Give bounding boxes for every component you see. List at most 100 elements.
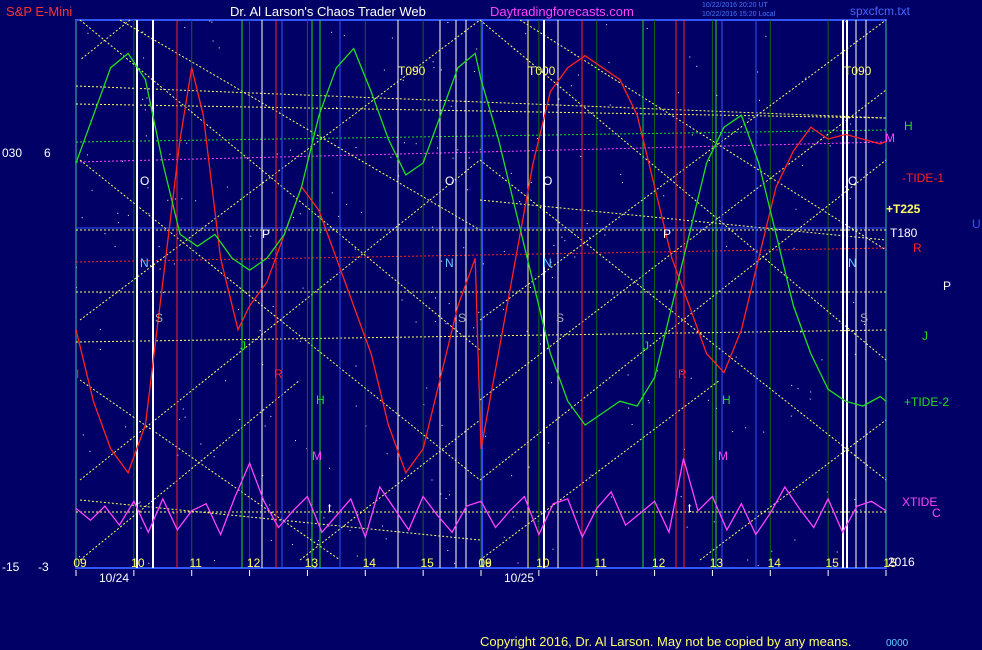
chart-grid	[75, 19, 887, 576]
line-letter-marker: O	[848, 174, 857, 188]
star-dot	[269, 504, 271, 506]
star-dot	[81, 217, 83, 219]
star-dot	[849, 198, 851, 200]
star-dot	[225, 380, 226, 382]
star-dot	[433, 67, 435, 69]
star-dot	[726, 245, 728, 247]
star-dot	[747, 559, 749, 561]
star-dot	[276, 153, 278, 155]
star-dot	[478, 311, 480, 313]
line-letter-marker: N	[140, 256, 149, 270]
star-dot	[212, 40, 214, 42]
star-dot	[167, 199, 169, 201]
star-dot	[226, 186, 228, 188]
star-dot	[390, 156, 392, 158]
star-dot	[468, 157, 470, 159]
star-dot	[503, 308, 505, 310]
line-letter-marker: N	[848, 256, 857, 270]
star-dot	[548, 442, 550, 444]
star-dot	[449, 494, 450, 496]
star-dot	[457, 149, 459, 151]
star-dot	[99, 328, 101, 330]
star-dot	[148, 213, 150, 215]
star-dot	[213, 456, 215, 458]
star-dot	[415, 143, 417, 145]
star-dot	[748, 117, 750, 119]
copyright-tag: 0000	[886, 638, 909, 649]
star-dot	[503, 251, 505, 252]
star-dot	[570, 85, 572, 87]
star-dot	[691, 134, 693, 136]
star-dot	[355, 147, 357, 148]
hour-tick-label: 15	[825, 556, 839, 570]
star-dot	[474, 71, 475, 72]
star-dot	[125, 426, 127, 428]
star-dot	[99, 349, 101, 350]
right-label: M	[885, 131, 895, 145]
star-dot	[173, 512, 175, 514]
diagonal-line	[519, 19, 887, 251]
hour-tick-label: 12	[247, 556, 261, 570]
right-label: J	[922, 329, 928, 343]
line-letter-marker: O	[543, 174, 552, 188]
hour-tick-label: 11	[594, 556, 607, 570]
star-dot	[696, 65, 698, 67]
right-label: +TIDE-2	[904, 395, 949, 409]
star-dot	[707, 399, 709, 401]
left-scale-label: -3	[38, 560, 49, 574]
star-dot	[551, 382, 552, 384]
star-dot	[590, 474, 592, 476]
star-dot	[794, 539, 796, 541]
star-dot	[238, 309, 240, 311]
diagonal-line	[479, 199, 887, 241]
right-label: U	[972, 217, 981, 231]
diagonal-line	[299, 419, 481, 561]
star-dot	[646, 28, 648, 29]
star-dot	[525, 33, 527, 35]
star-dot	[606, 24, 608, 26]
star-dot	[604, 234, 606, 236]
star-dot	[218, 47, 220, 49]
hour-tick-label: 13	[710, 556, 724, 570]
star-dot	[145, 135, 147, 137]
star-dot	[476, 48, 478, 50]
star-dot	[620, 173, 622, 175]
right-label: H	[904, 119, 913, 133]
star-dot	[757, 565, 759, 567]
star-dot	[529, 287, 531, 288]
star-dot	[86, 154, 88, 156]
hour-tick-label: 14	[363, 556, 377, 570]
diagonal-line	[79, 499, 481, 541]
star-dot	[391, 37, 393, 39]
hour-tick-label: 13	[305, 556, 319, 570]
star-dot	[608, 62, 610, 63]
line-letter-marker: H	[722, 393, 731, 407]
star-dot	[612, 293, 614, 295]
star-dot	[142, 98, 144, 100]
line-letter-marker: N	[543, 256, 552, 270]
star-dot	[143, 57, 145, 59]
star-dot	[360, 211, 362, 213]
line-letter-marker: R	[274, 367, 283, 381]
star-dot	[302, 287, 304, 289]
star-dot	[680, 496, 682, 498]
star-dot	[441, 424, 443, 426]
star-dot	[809, 398, 811, 400]
star-dot	[127, 214, 129, 216]
star-dot	[239, 419, 241, 420]
star-dot	[627, 374, 629, 376]
star-dot	[854, 499, 856, 501]
star-dot	[355, 365, 357, 367]
star-dot	[292, 544, 293, 546]
star-dot	[209, 20, 211, 22]
star-dot	[122, 160, 123, 162]
star-dot	[669, 289, 671, 291]
line-letter-marker: M	[718, 449, 728, 463]
star-dot	[791, 384, 793, 386]
line-letter-marker: I	[76, 367, 79, 381]
star-dot	[295, 440, 296, 442]
right-label: -TIDE-1	[902, 171, 944, 185]
star-dot	[528, 466, 530, 468]
star-dot	[402, 79, 404, 81]
star-dot	[447, 550, 449, 551]
